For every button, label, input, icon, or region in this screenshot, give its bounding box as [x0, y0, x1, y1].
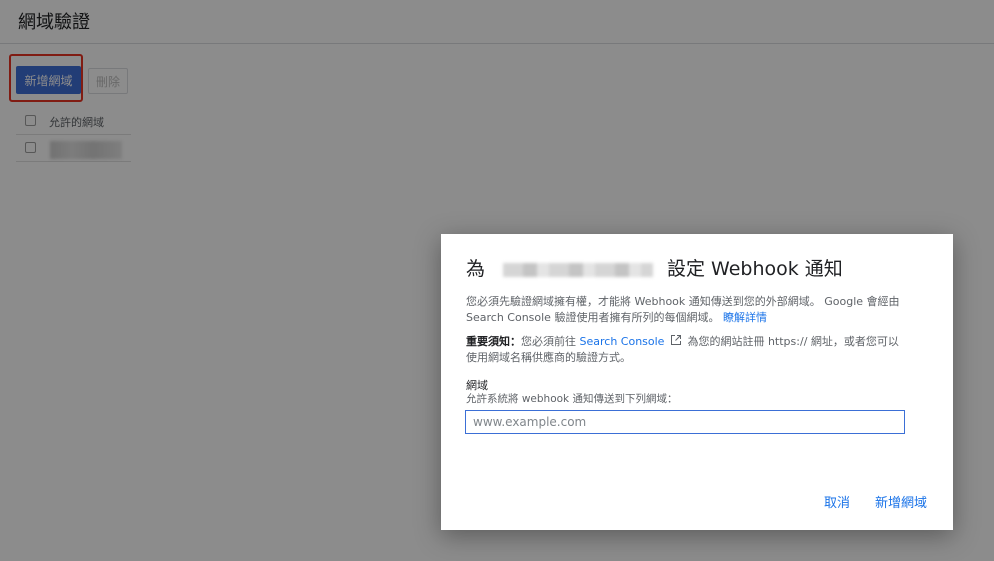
verification-description: 您必須先驗證網域擁有權，才能將 Webhook 通知傳送到您的外部網域。 Goo…	[466, 294, 906, 326]
redacted-name	[503, 262, 654, 277]
dialog-title-suffix: 設定 Webhook 通知	[667, 258, 843, 280]
dialog-title: 為 設定 Webhook 通知	[466, 254, 843, 281]
domain-field-help: 允許系統將 webhook 通知傳送到下列網域：	[466, 393, 678, 405]
important-notice: 重要須知：您必須前往 Search Console 為您的網站註冊 https:…	[466, 334, 906, 366]
cancel-button[interactable]: 取消	[824, 492, 850, 511]
notice-text-a: 您必須前往	[521, 335, 576, 348]
description-text: 您必須先驗證網域擁有權，才能將 Webhook 通知傳送到您的外部網域。 Goo…	[466, 295, 900, 324]
search-console-link[interactable]: Search Console	[580, 335, 665, 348]
external-link-icon[interactable]	[670, 334, 682, 346]
dialog-title-prefix: 為	[466, 258, 486, 280]
learn-more-link[interactable]: 瞭解詳情	[723, 311, 767, 324]
confirm-add-domain-button[interactable]: 新增網域	[875, 492, 927, 511]
notice-label: 重要須知：	[466, 335, 521, 348]
webhook-dialog: 為 設定 Webhook 通知 您必須先驗證網域擁有權，才能將 Webhook 通…	[441, 234, 953, 530]
domain-input[interactable]	[465, 410, 905, 434]
